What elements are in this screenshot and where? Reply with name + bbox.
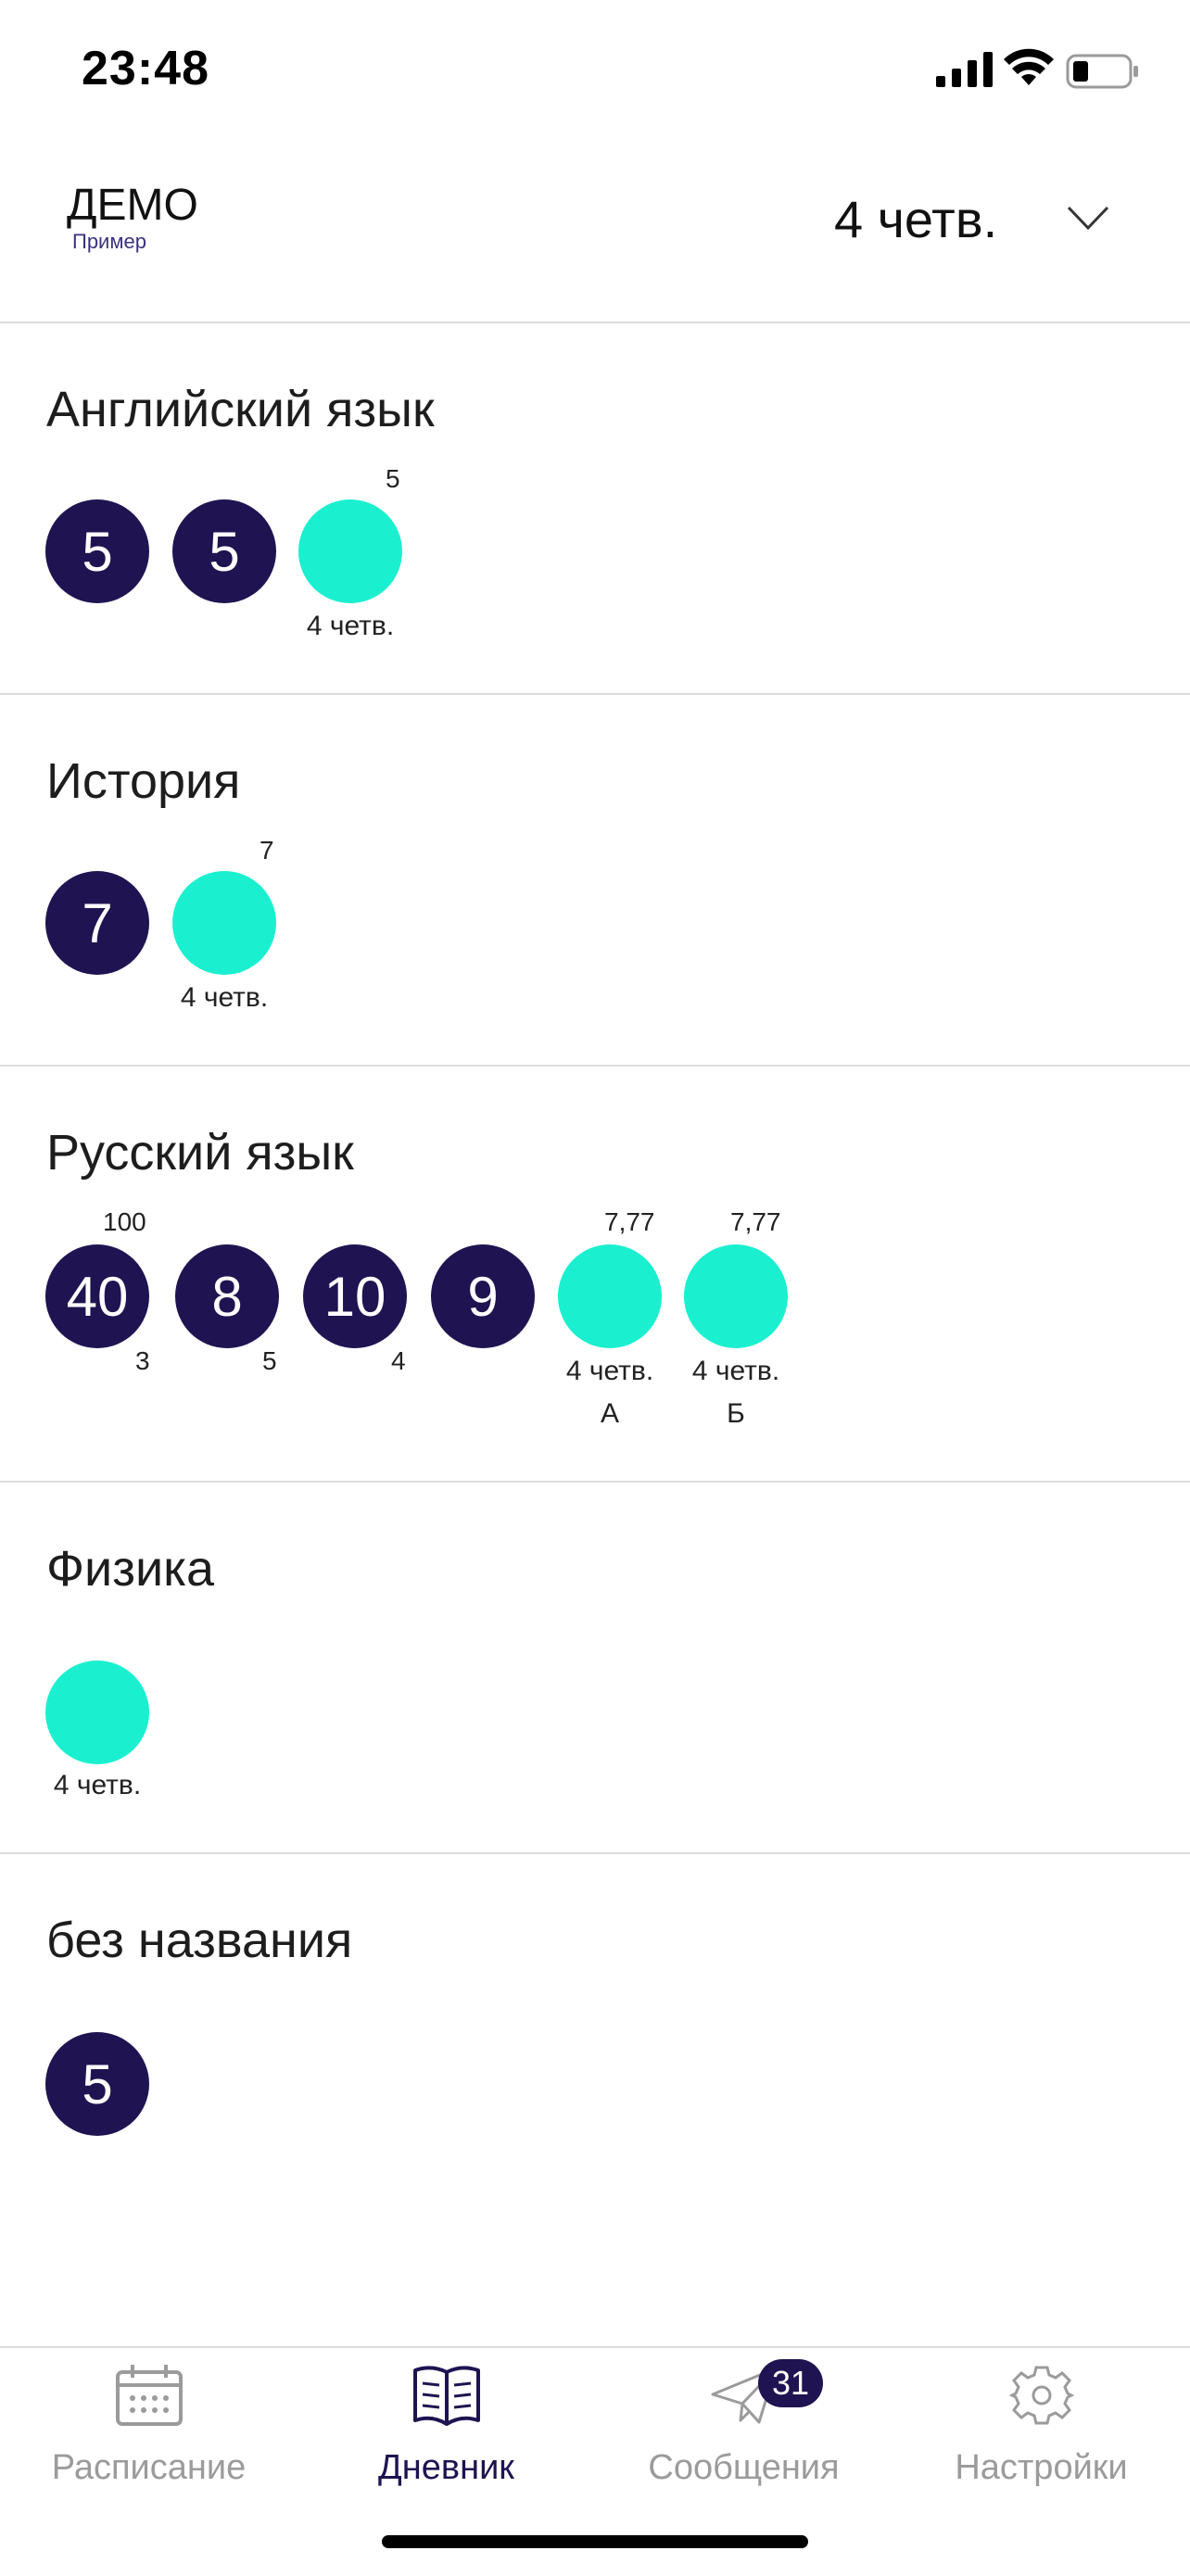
battery-icon [1066, 54, 1138, 89]
status-time: 23:48 [82, 42, 209, 95]
grade-mark[interactable]: 9 [431, 1244, 535, 1348]
period-mark[interactable] [298, 499, 402, 603]
mark-superscript: 5 [386, 464, 400, 493]
gear-icon [1008, 2366, 1074, 2425]
wifi-icon [1004, 48, 1054, 85]
chevron-down-icon [1067, 206, 1109, 231]
grade-mark[interactable]: 5 [45, 499, 149, 603]
mark-subscript: 4 [391, 1346, 406, 1375]
grade-mark[interactable]: 10 [303, 1244, 407, 1348]
status-bar: 23:48 [0, 0, 1190, 139]
subject-title: Английский язык [46, 382, 435, 437]
account-subtitle: Пример [72, 230, 146, 253]
subject-title: История [46, 753, 241, 809]
mark-caption: 4 четв. [691, 1356, 780, 1386]
period-mark[interactable] [684, 1244, 788, 1348]
home-indicator[interactable] [382, 2535, 808, 2548]
grade-mark[interactable]: 5 [172, 499, 276, 603]
mark-caption: 4 четв. [53, 1770, 142, 1800]
period-mark[interactable] [45, 1661, 149, 1764]
subject-card-english[interactable]: Английский язык 5 5 5 4 четв. [0, 323, 1190, 695]
subject-title: без названия [46, 1913, 353, 1968]
subject-card-russian[interactable]: Русский язык 40 100 3 8 5 10 4 9 7,77 4 … [0, 1067, 1190, 1483]
grade-mark[interactable]: 7 [45, 871, 149, 975]
mark-caption-variant: Б [727, 1398, 745, 1429]
tab-diary[interactable]: Дневник [298, 2348, 595, 2515]
mark-subscript: 3 [135, 1346, 150, 1375]
mark-superscript: 7,77 [604, 1207, 655, 1236]
tab-messages[interactable]: Сообщения [595, 2348, 892, 2515]
subject-card-history[interactable]: История 7 7 4 четв. [0, 695, 1190, 1067]
book-icon [412, 2366, 480, 2426]
tab-label: Сообщения [648, 2448, 840, 2487]
grade-mark[interactable]: 5 [45, 2032, 149, 2136]
account-switcher[interactable]: ДЕМО Пример [67, 182, 198, 254]
tab-label: Настройки [955, 2448, 1128, 2487]
mark-caption-variant: А [600, 1398, 619, 1429]
tab-label: Расписание [51, 2448, 247, 2487]
tab-label: Дневник [378, 2448, 514, 2487]
subject-card-untitled[interactable]: без названия 5 [0, 1854, 1190, 2225]
unread-badge: 31 [758, 2359, 823, 2407]
signal-icon [936, 52, 993, 87]
period-mark[interactable] [558, 1244, 662, 1348]
tab-settings[interactable]: Настройки [892, 2348, 1190, 2515]
mark-superscript: 7 [260, 836, 274, 865]
period-label: 4 четв. [834, 190, 998, 248]
tab-schedule[interactable]: Расписание [0, 2348, 298, 2515]
account-name: ДЕМО [67, 181, 198, 230]
grade-mark[interactable]: 8 [175, 1244, 279, 1348]
mark-superscript: 100 [103, 1207, 146, 1236]
subject-title: Русский язык [46, 1125, 354, 1181]
period-mark[interactable] [172, 871, 276, 975]
mark-caption: 4 четв. [180, 982, 269, 1013]
subject-title: Физика [46, 1541, 214, 1597]
subject-card-physics[interactable]: Физика 4 четв. [0, 1483, 1190, 1854]
grade-mark[interactable]: 40 [45, 1244, 149, 1348]
header: ДЕМО Пример 4 четв. [0, 139, 1190, 323]
mark-superscript: 7,77 [730, 1207, 781, 1236]
mark-subscript: 5 [262, 1346, 277, 1375]
period-dropdown[interactable]: 4 четв. [825, 182, 1131, 265]
mark-caption: 4 четв. [565, 1356, 654, 1386]
calendar-icon [115, 2365, 183, 2426]
mark-caption: 4 четв. [306, 611, 395, 641]
